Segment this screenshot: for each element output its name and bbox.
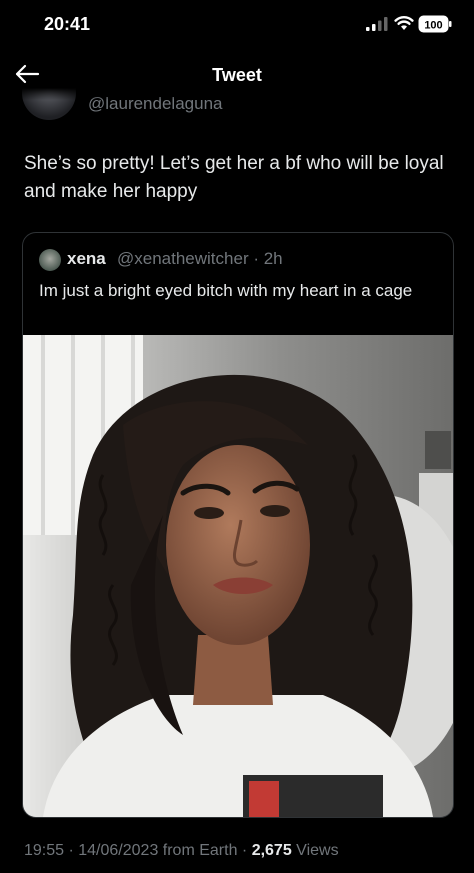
views-count[interactable]: 2,675 [252,842,292,859]
selfie-photo-illustration [23,335,453,817]
quoted-tweet[interactable]: xena @xenathewitcher · 2h Im just a brig… [22,232,454,818]
scroll-fade [0,88,474,100]
battery-level: 100 [424,20,442,32]
quoted-name[interactable]: xena [67,249,106,269]
quoted-photo[interactable] [23,335,453,817]
tweet-timestamp: 19:55 · 14/06/2023 from Earth · [24,842,252,859]
tweet-text: She’s so pretty! Let’s get her a bf who … [24,153,444,202]
quoted-text: Im just a bright eyed bitch with my hear… [39,281,413,300]
tweet-author[interactable]: @laurendelaguna [0,88,474,122]
page-title: Tweet [212,65,262,85]
views-label: Views [291,842,339,859]
battery-icon: 100 [418,15,452,33]
quoted-handle-time[interactable]: @xenathewitcher · 2h [117,249,283,269]
status-time: 20:41 [44,14,91,34]
wifi-icon [394,16,414,30]
quoted-avatar[interactable] [39,249,61,271]
tweet-meta: 19:55 · 14/06/2023 from Earth · 2,675 Vi… [24,842,339,860]
status-bar: 20:41 100 [0,0,474,50]
cellular-signal-icon [366,17,388,31]
